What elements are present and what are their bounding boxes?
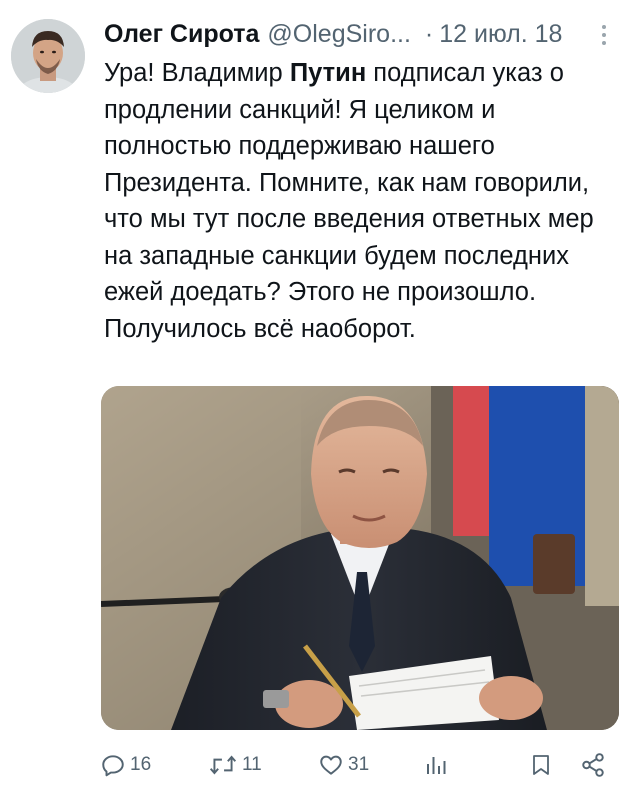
bookmark-button[interactable] xyxy=(530,742,552,788)
like-button[interactable]: 31 xyxy=(318,742,369,788)
tweet-actions: 16 11 31 xyxy=(0,742,640,788)
retweet-icon xyxy=(209,755,237,775)
tweet-date[interactable]: 12 июл. 18 xyxy=(439,20,562,49)
reply-button[interactable]: 16 xyxy=(100,742,151,788)
like-icon xyxy=(320,755,342,775)
tweet-card: Олег Сирота @OlegSiro... · 12 июл. 18 Ур… xyxy=(0,0,640,800)
tweet-header: Олег Сирота @OlegSiro... · 12 июл. 18 xyxy=(104,16,624,52)
author-display-name[interactable]: Олег Сирота xyxy=(104,20,259,49)
attached-photo xyxy=(101,386,619,730)
share-icon xyxy=(582,753,604,777)
bookmark-icon xyxy=(533,755,549,775)
more-options-icon[interactable] xyxy=(594,22,614,48)
reply-count: 16 xyxy=(130,754,152,775)
tweet-text-bold: Путин xyxy=(289,59,367,87)
views-button[interactable] xyxy=(425,742,447,788)
views-icon xyxy=(427,757,446,774)
header-separator: · xyxy=(424,19,434,48)
tweet-photo[interactable] xyxy=(101,386,619,730)
tweet-text-part-2: подписал указ о продлении санкций! Я цел… xyxy=(104,59,594,343)
tweet-text-part-1: Ура! Владимир xyxy=(104,59,290,87)
reply-icon xyxy=(102,755,124,777)
tweet-text: Ура! Владимир Путин подписал указ о прод… xyxy=(104,55,614,347)
author-avatar[interactable] xyxy=(11,19,85,93)
like-count: 31 xyxy=(348,754,370,775)
retweet-button[interactable]: 11 xyxy=(208,742,262,788)
retweet-count: 11 xyxy=(242,754,262,775)
author-handle[interactable]: @OlegSiro... xyxy=(267,20,410,49)
avatar-photo xyxy=(11,19,85,93)
share-button[interactable] xyxy=(580,742,606,788)
